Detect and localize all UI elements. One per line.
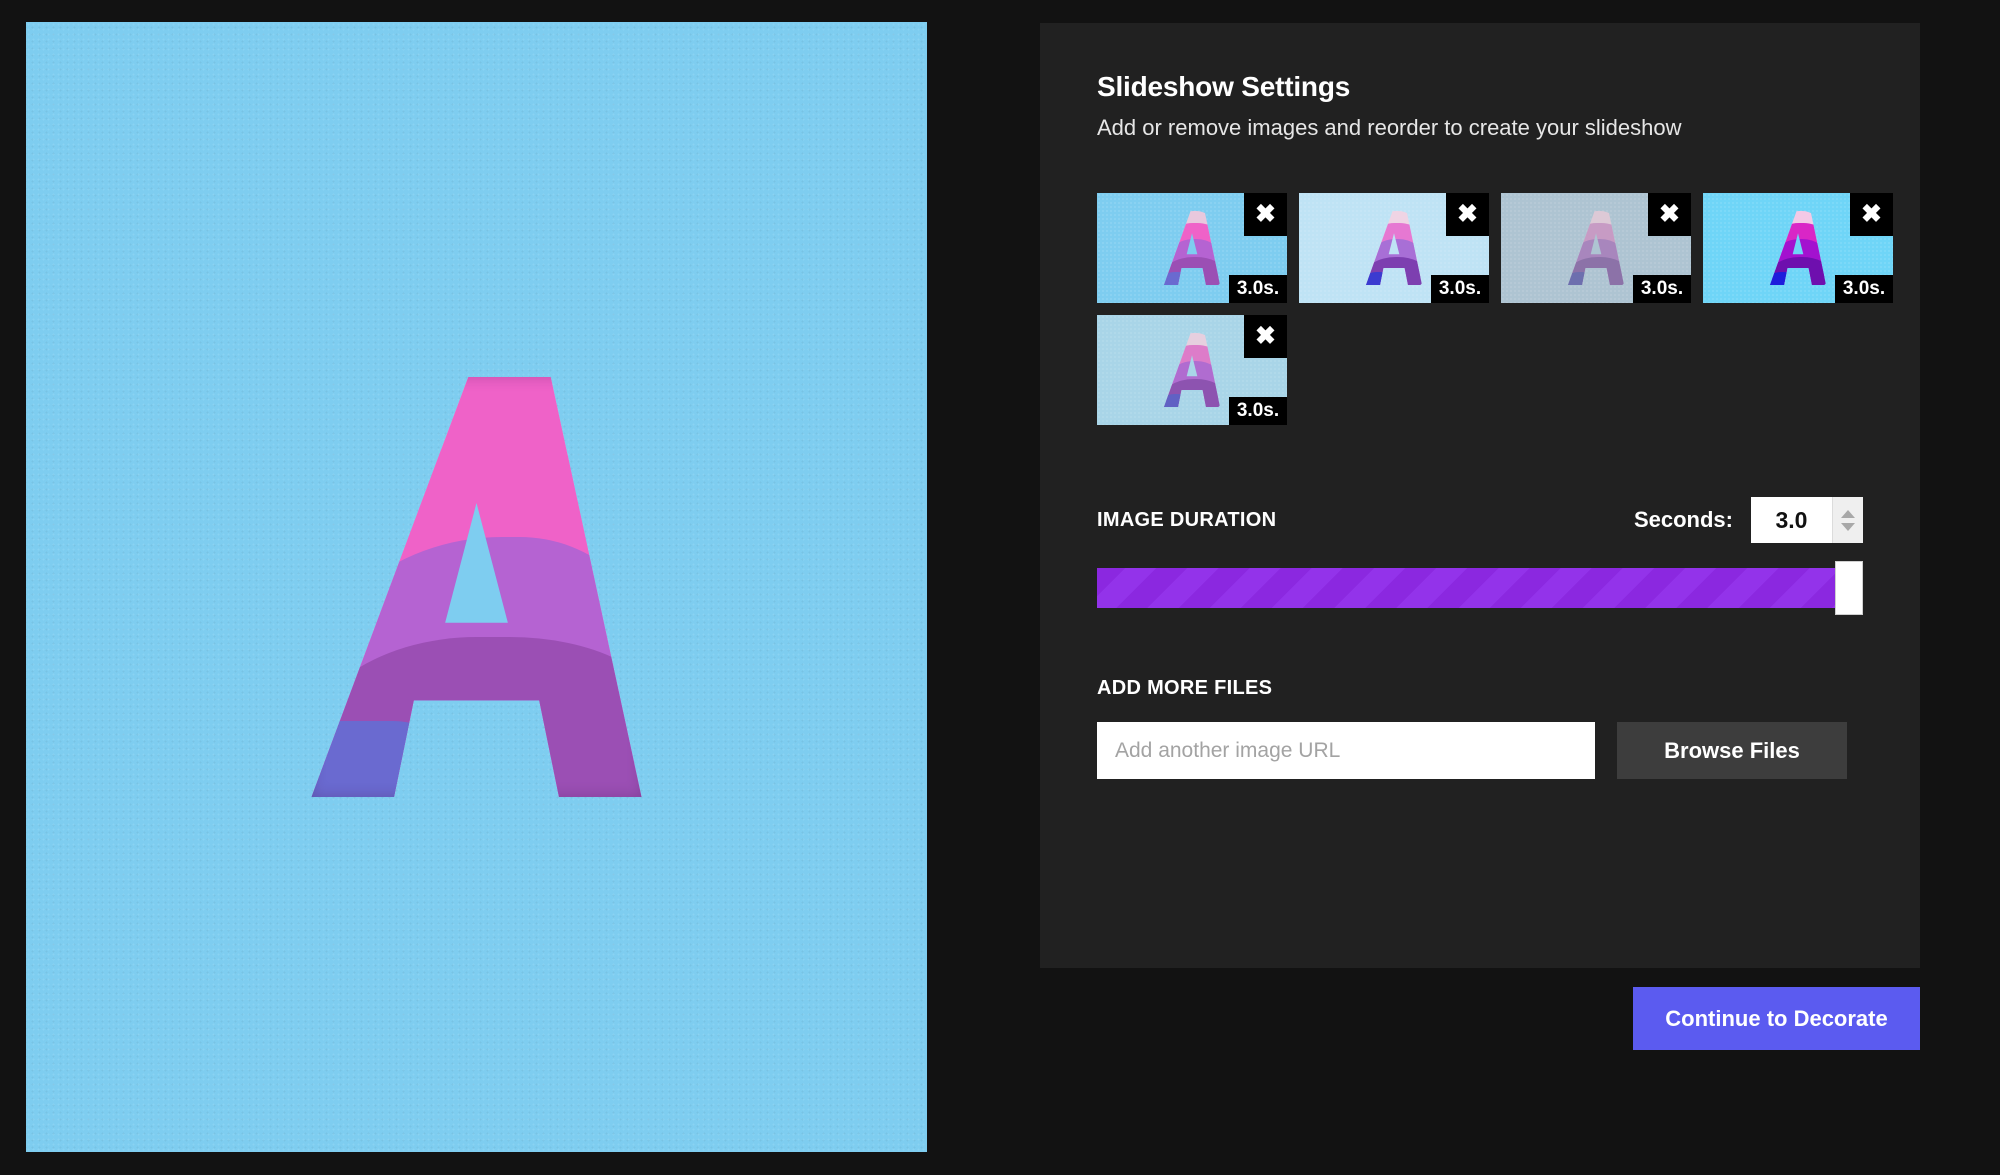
thumbnail-item[interactable]: ✖ 3.0s. [1097,315,1287,425]
add-more-files-label: ADD MORE FILES [1097,677,1273,699]
add-files-row: Browse Files [1097,722,1863,779]
seconds-spinner[interactable] [1832,497,1863,543]
thumbnail-duration-badge: 3.0s. [1431,275,1489,303]
thumbnail-duration-badge: 3.0s. [1229,275,1287,303]
image-duration-row: IMAGE DURATION Seconds: 3.0 [1097,497,1863,543]
thumbnail-duration-badge: 3.0s. [1835,275,1893,303]
thumbnail-remove-button[interactable]: ✖ [1244,193,1287,236]
thumbnail-duration-badge: 3.0s. [1229,397,1287,425]
thumb-letter-artwork [1164,211,1220,285]
letter-a-artwork [311,377,642,797]
thumbnail-item[interactable]: ✖ 3.0s. [1299,193,1489,303]
panel-subtitle: Add or remove images and reorder to crea… [1097,115,1682,140]
caret-up-icon[interactable] [1841,509,1855,518]
preview-image [26,22,927,1152]
thumbnail-remove-button[interactable]: ✖ [1446,193,1489,236]
page-title: Slideshow Settings [1097,71,1351,102]
thumb-letter-artwork [1164,333,1220,407]
thumbnail-remove-button[interactable]: ✖ [1244,315,1287,358]
continue-to-decorate-button[interactable]: Continue to Decorate [1633,987,1920,1050]
seconds-input[interactable]: 3.0 [1751,497,1832,543]
seconds-label: Seconds: [1633,507,1733,532]
thumbnail-duration-badge: 3.0s. [1633,275,1691,303]
duration-slider[interactable] [1097,561,1863,615]
slideshow-settings-panel: Slideshow Settings Add or remove images … [1040,23,1920,968]
thumbnail-grid: ✖ 3.0s. ✖ 3.0s. ✖ 3.0s. ✖ 3.0s. ✖ 3.0s. [1097,193,1917,425]
thumbnail-item[interactable]: ✖ 3.0s. [1703,193,1893,303]
thumbnail-item[interactable]: ✖ 3.0s. [1097,193,1287,303]
seconds-stepper[interactable]: 3.0 [1751,497,1863,543]
thumbnail-remove-button[interactable]: ✖ [1850,193,1893,236]
image-preview-pane [26,22,927,1152]
browse-files-button[interactable]: Browse Files [1617,722,1847,779]
thumb-letter-artwork [1366,211,1422,285]
thumbnail-item[interactable]: ✖ 3.0s. [1501,193,1691,303]
thumb-letter-artwork [1770,211,1826,285]
seconds-control-group: Seconds: 3.0 [1634,497,1863,543]
thumbnail-remove-button[interactable]: ✖ [1648,193,1691,236]
image-duration-label: IMAGE DURATION [1097,508,1277,531]
slider-handle[interactable] [1835,561,1863,615]
thumb-letter-artwork [1568,211,1624,285]
caret-down-icon[interactable] [1841,522,1855,531]
slider-track[interactable] [1097,568,1863,608]
image-url-input[interactable] [1097,722,1595,779]
